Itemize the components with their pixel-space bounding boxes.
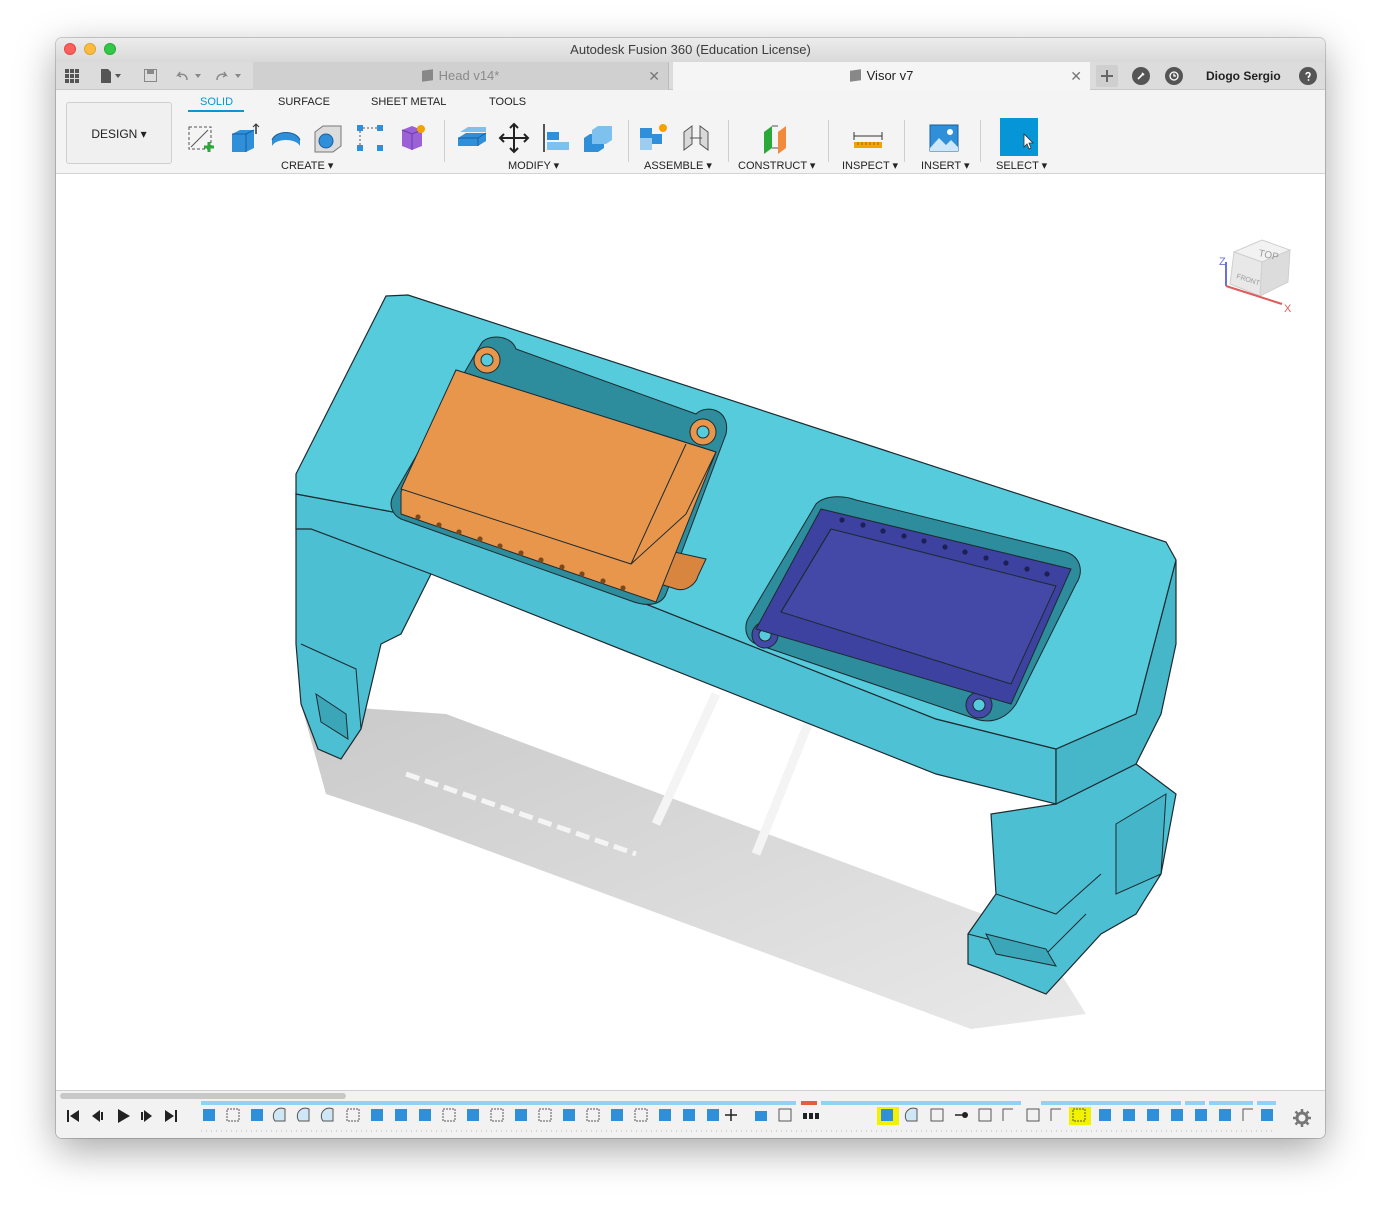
skip-end-icon[interactable] [164,1109,178,1126]
window-close-button[interactable] [64,43,76,55]
timeline-features[interactable] [201,1107,1281,1133]
x-axis-label: X [1284,303,1292,314]
create-form-icon[interactable] [396,122,428,154]
insert-image-icon[interactable] [928,122,960,154]
z-axis-label: Z [1219,256,1226,268]
jobs-icon[interactable] [1132,67,1150,85]
tab-bar: Head v14* ✕ Visor v7 ✕ Diogo Sergio [56,62,1325,90]
toolbar-separator [444,120,445,162]
inspect-menu[interactable]: INSPECT ▾ [842,159,898,172]
step-back-icon[interactable] [90,1109,104,1126]
active-tab-indicator [188,110,244,112]
tab-visor[interactable]: Visor v7 ✕ [673,62,1090,90]
mount-hole [972,698,986,712]
tab-head[interactable]: Head v14* ✕ [253,62,669,90]
new-component-icon[interactable] [638,122,670,154]
app-window: Autodesk Fusion 360 (Education License) … [56,38,1325,1138]
mount-hole [696,425,710,439]
extrude-icon[interactable] [228,122,260,154]
undo-icon[interactable] [174,62,204,90]
viewcube[interactable]: TOP FRONT Z X [1216,234,1296,314]
skip-start-icon[interactable] [66,1109,80,1126]
save-icon[interactable] [142,62,158,90]
align-icon[interactable] [540,122,572,154]
tab-close-button[interactable]: ✕ [1070,62,1082,90]
timeline-scrollbar[interactable] [60,1093,346,1099]
toolbar: DESIGN ▾ SOLID SURFACE SHEET METAL TOOLS… [56,90,1325,174]
gear-icon[interactable] [1293,1109,1311,1132]
mount-hole [480,353,494,367]
timeline-feature-icons[interactable] [203,1107,1273,1125]
press-pull-icon[interactable] [456,122,488,154]
assemble-menu[interactable]: ASSEMBLE ▾ [644,159,712,172]
toolbar-separator [828,120,829,162]
hole-icon[interactable] [312,122,344,154]
window-title: Autodesk Fusion 360 (Education License) [570,42,811,57]
redo-icon[interactable] [214,62,244,90]
offset-plane-icon[interactable] [760,122,792,154]
modify-menu[interactable]: MODIFY ▾ [508,159,559,172]
step-forward-icon[interactable] [140,1109,154,1126]
plus-icon[interactable] [1096,65,1118,87]
window-maximize-button[interactable] [104,43,116,55]
tab-surface[interactable]: SURFACE [278,96,330,108]
canvas-viewport[interactable]: TOP FRONT Z X [56,174,1325,1090]
create-menu[interactable]: CREATE ▾ [281,159,333,172]
toolbar-separator [980,120,981,162]
joint-icon[interactable] [680,122,712,154]
component-icon [849,69,861,82]
component-icon [421,69,433,82]
combine-icon[interactable] [582,122,614,154]
tab-sheet-metal[interactable]: SHEET METAL [371,96,446,108]
workspace-switcher[interactable]: DESIGN ▾ [66,102,172,164]
insert-menu[interactable]: INSERT ▾ [921,159,970,172]
move-icon[interactable] [498,122,530,154]
help-icon[interactable] [1299,67,1317,85]
toolbar-separator [904,120,905,162]
clock-icon[interactable] [1165,67,1183,85]
timeline-track [201,1101,1276,1105]
create-sketch-icon[interactable] [186,122,218,154]
revolve-icon[interactable] [270,122,302,154]
grid-icon[interactable] [62,62,82,90]
construct-menu[interactable]: CONSTRUCT ▾ [738,159,815,172]
tab-tools[interactable]: TOOLS [489,96,526,108]
model-render [295,294,1177,1029]
tab-close-button[interactable]: ✕ [648,62,660,90]
file-icon[interactable] [96,62,126,90]
toolbar-separator [628,120,629,162]
user-name[interactable]: Diogo Sergio [1206,62,1281,90]
toolbar-separator [728,120,729,162]
select-menu[interactable]: SELECT ▾ [996,159,1047,172]
pattern-icon[interactable] [354,122,386,154]
window-minimize-button[interactable] [84,43,96,55]
timeline [56,1090,1325,1138]
title-bar: Autodesk Fusion 360 (Education License) [56,38,1325,62]
measure-icon[interactable] [852,122,884,154]
tab-solid[interactable]: SOLID [200,96,233,108]
play-icon[interactable] [116,1109,130,1126]
select-icon[interactable] [1000,118,1038,156]
